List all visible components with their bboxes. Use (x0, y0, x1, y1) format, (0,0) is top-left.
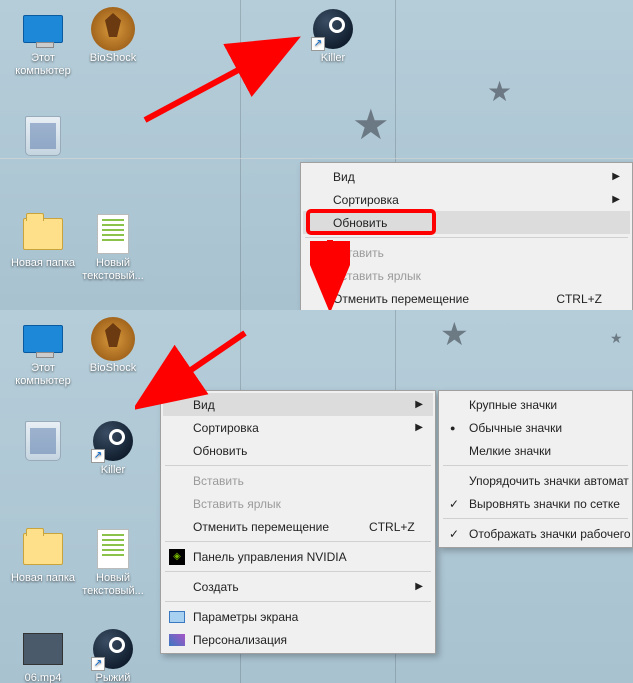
bioshock-icon[interactable]: BioShock (78, 318, 148, 375)
shortcut-arrow-icon: ↗ (311, 37, 325, 51)
chevron-right-icon: ▶ (415, 399, 423, 410)
view-submenu: Крупные значки ● Обычные значки Мелкие з… (438, 390, 633, 548)
chevron-right-icon: ▶ (415, 422, 423, 433)
steam-icon: ↗ (93, 629, 133, 669)
video-thumb-icon (23, 633, 63, 665)
folder-icon (23, 533, 63, 565)
steam-icon: ↗ (93, 421, 133, 461)
red-highlight-box (306, 209, 436, 235)
folder-icon (23, 218, 63, 250)
chevron-right-icon: ▶ (612, 171, 620, 182)
menu-sort[interactable]: Сортировка ▶ (163, 416, 433, 439)
menu-display-settings[interactable]: Параметры экрана (163, 605, 433, 628)
menu-view[interactable]: Вид ▶ (163, 393, 433, 416)
icon-label: Рыжий (78, 672, 148, 683)
menu-view[interactable]: Вид ▶ (303, 165, 630, 188)
recycle-bin-icon (25, 116, 61, 156)
icon-label: Новая папка (8, 257, 78, 270)
submenu-medium-icons[interactable]: ● Обычные значки (441, 416, 630, 439)
killer-shortcut[interactable]: ↗ Killer (78, 420, 148, 477)
menu-separator (165, 465, 431, 466)
text-file-icon (97, 214, 129, 254)
nvidia-icon: ◈ (169, 549, 185, 565)
icon-label: Новый текстовый... (78, 257, 148, 283)
desktop-context-menu-top: Вид ▶ Сортировка ▶ Обновить Вставить Вст… (300, 162, 633, 310)
submenu-large-icons[interactable]: Крупные значки (441, 393, 630, 416)
submenu-show-icons[interactable]: ✓ Отображать значки рабочего (441, 522, 630, 545)
menu-separator (165, 571, 431, 572)
menu-personalization[interactable]: Персонализация (163, 628, 433, 651)
recycle-bin[interactable] (8, 115, 78, 159)
new-text-icon[interactable]: Новый текстовый... (78, 213, 148, 283)
menu-create[interactable]: Создать ▶ (163, 575, 433, 598)
menu-separator (305, 237, 628, 238)
menu-separator (165, 601, 431, 602)
personalize-icon (169, 634, 185, 646)
bottom-panel: ★ ★ Этот компьютер BioShock ↗ Killer Нов… (0, 310, 633, 683)
icon-label: BioShock (78, 362, 148, 375)
menu-paste-shortcut: Вставить ярлык (163, 492, 433, 515)
menu-separator (443, 518, 628, 519)
menu-refresh[interactable]: Обновить (163, 439, 433, 462)
monitor-icon (23, 15, 63, 43)
new-text-icon[interactable]: Новый текстовый... (78, 528, 148, 598)
menu-shortcut: CTRL+Z (369, 520, 415, 534)
new-folder-icon[interactable]: Новая папка (8, 213, 78, 270)
check-icon: ✓ (449, 527, 459, 541)
bioshock-icon[interactable]: BioShock (78, 8, 148, 65)
desktop-context-menu-bottom: Вид ▶ Сортировка ▶ Обновить Вставить Вст… (160, 390, 436, 654)
menu-paste: Вставить (303, 241, 630, 264)
menu-paste: Вставить (163, 469, 433, 492)
shortcut-arrow-icon: ↗ (91, 449, 105, 463)
steam-icon: ↗ (313, 9, 353, 49)
recycle-bin[interactable] (8, 420, 78, 464)
menu-separator (443, 465, 628, 466)
icon-label: BioShock (78, 52, 148, 65)
display-icon (169, 611, 185, 623)
submenu-auto-arrange[interactable]: Упорядочить значки автомат (441, 469, 630, 492)
icon-label: Killer (78, 464, 148, 477)
menu-sort[interactable]: Сортировка ▶ (303, 188, 630, 211)
bioshock-glyph (91, 317, 135, 361)
ryzhiy-shortcut[interactable]: ↗ Рыжий (78, 628, 148, 683)
menu-separator (165, 541, 431, 542)
chevron-right-icon: ▶ (612, 194, 620, 205)
icon-label: Этот компьютер (8, 52, 78, 78)
menu-shortcut: CTRL+Z (556, 292, 602, 306)
menu-nvidia[interactable]: ◈ Панель управления NVIDIA (163, 545, 433, 568)
icon-label: Этот компьютер (8, 362, 78, 388)
this-pc-icon[interactable]: Этот компьютер (8, 318, 78, 388)
killer-shortcut[interactable]: ↗ Killer (298, 8, 368, 65)
new-folder-icon[interactable]: Новая папка (8, 528, 78, 585)
submenu-small-icons[interactable]: Мелкие значки (441, 439, 630, 462)
submenu-align-grid[interactable]: ✓ Выровнять значки по сетке (441, 492, 630, 515)
video-file-icon[interactable]: 06.mp4 (8, 628, 78, 683)
top-panel: ★ ★ Этот компьютер BioShock ↗ Killer Нов… (0, 0, 633, 310)
monitor-icon (23, 325, 63, 353)
shortcut-arrow-icon: ↗ (91, 657, 105, 671)
bioshock-glyph (91, 7, 135, 51)
icon-label: Новый текстовый... (78, 572, 148, 598)
this-pc-icon[interactable]: Этот компьютер (8, 8, 78, 78)
menu-undo-move[interactable]: Отменить перемещение CTRL+Z (303, 287, 630, 310)
text-file-icon (97, 529, 129, 569)
chevron-right-icon: ▶ (415, 581, 423, 592)
icon-label: Killer (298, 52, 368, 65)
icon-label: 06.mp4 (8, 672, 78, 683)
menu-undo-move[interactable]: Отменить перемещение CTRL+Z (163, 515, 433, 538)
recycle-bin-icon (25, 421, 61, 461)
check-icon: ✓ (449, 497, 459, 511)
red-arrow (140, 30, 310, 130)
icon-label: Новая папка (8, 572, 78, 585)
menu-paste-shortcut: Вставить ярлык (303, 264, 630, 287)
bullet-icon: ● (450, 423, 455, 433)
